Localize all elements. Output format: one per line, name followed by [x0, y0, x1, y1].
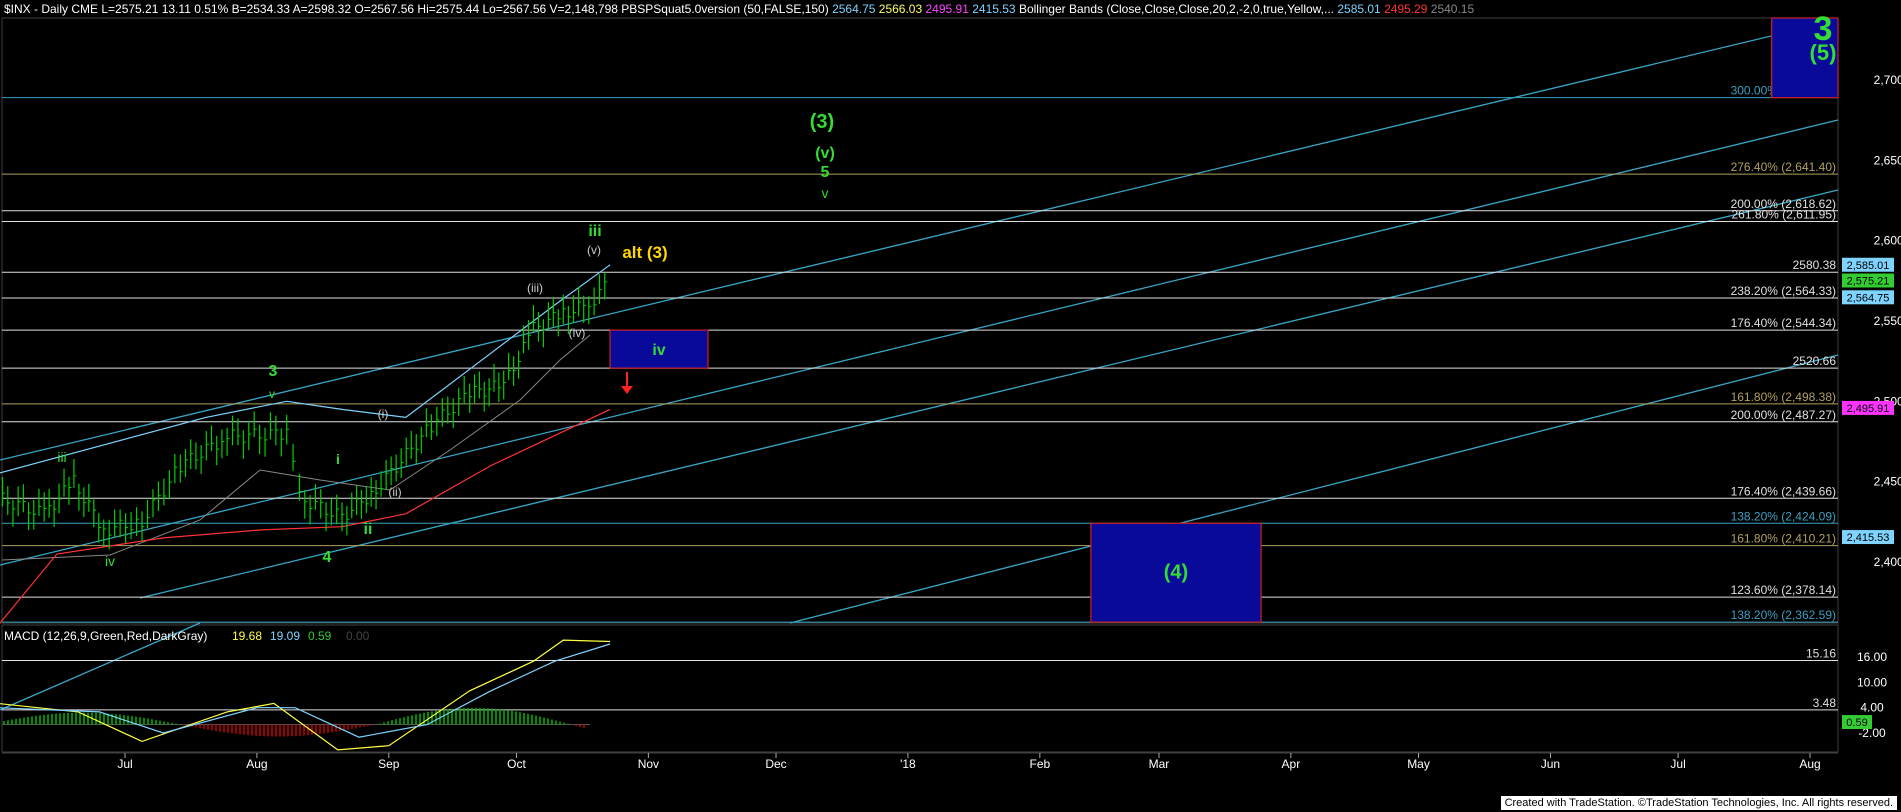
- x-axis-label: May: [1407, 757, 1430, 771]
- wave-label: 5: [821, 164, 830, 181]
- price-tag-text: 2,575.21: [1847, 275, 1890, 287]
- fib-level-label: 176.40% (2,439.66): [1731, 484, 1836, 498]
- header-item: Bollinger Bands (Close,Close,Close,20,2,…: [1018, 2, 1338, 16]
- macd-legend-value: 0.00: [346, 629, 370, 643]
- wave-label: alt (3): [622, 243, 667, 262]
- wave-label: 3: [269, 363, 278, 380]
- channel-line: [139, 189, 1839, 599]
- fib-level-label: 176.40% (2,544.34): [1731, 316, 1836, 330]
- header-item: 2495.91: [925, 2, 973, 16]
- x-axis-label: Jul: [1670, 757, 1685, 771]
- x-axis-label: Feb: [1029, 757, 1050, 771]
- macd-legend-value: 19.68: [232, 629, 262, 643]
- macd-level-label: 3.48: [1813, 696, 1837, 710]
- wave-label: (ii): [388, 485, 401, 499]
- fib-level-label: 123.60% (2,378.14): [1731, 583, 1836, 597]
- x-axis-label: Mar: [1149, 757, 1170, 771]
- x-axis-label: Jul: [117, 757, 132, 771]
- macd-y-axis-label: 16.00: [1857, 650, 1887, 664]
- channel-line: [789, 354, 1839, 624]
- y-axis-label: 2,450.00: [1874, 475, 1901, 489]
- wave-label: (iv): [569, 326, 586, 340]
- header-item: $INX - Daily CME L=2575.21 13.11 0.51% B…: [4, 2, 622, 16]
- macd-line: [0, 639, 611, 751]
- macd-y-axis-label: 4.00: [1860, 701, 1884, 715]
- wave-label: i: [336, 451, 340, 467]
- macd-legend-value: 19.09: [270, 629, 300, 643]
- footer-text: Created with TradeStation. ©TradeStation…: [1500, 796, 1897, 810]
- fib-level-label: 276.40% (2,641.40): [1731, 160, 1836, 174]
- header-item: 2585.01: [1337, 2, 1385, 16]
- x-axis-label: Aug: [1799, 757, 1820, 771]
- price-tag-text: 2,585.01: [1847, 260, 1890, 272]
- fib-level-label: 200.00% (2,487.27): [1731, 408, 1836, 422]
- header-item: 2564.75: [832, 2, 879, 16]
- box-label-5: (5): [1810, 40, 1837, 65]
- fib-level-label: 161.80% (2,498.38): [1731, 390, 1836, 404]
- macd-level-label: 15.16: [1806, 647, 1836, 661]
- wave-label: iii: [57, 449, 66, 465]
- wave-label: iv: [105, 553, 115, 569]
- y-axis-label: 2,550.00: [1874, 314, 1901, 328]
- y-axis-label: 2,650.00: [1874, 153, 1901, 167]
- channel-line: [0, 19, 1839, 461]
- macd-y-axis-label: 10.00: [1857, 675, 1887, 689]
- wave-label: (v): [815, 145, 835, 162]
- wave-label: (i): [378, 407, 389, 421]
- price-tag-text: 2,564.75: [1847, 292, 1890, 304]
- fib-level-label: 138.20% (2,424.09): [1731, 509, 1836, 523]
- chart-root: $INX - Daily CME L=2575.21 13.11 0.51% B…: [0, 0, 1901, 812]
- wave-label: (3): [810, 111, 834, 133]
- wave-label: v: [269, 387, 275, 401]
- y-axis-label: 2,600.00: [1874, 234, 1901, 248]
- macd-price-tag-text: 0.59: [1846, 717, 1867, 729]
- wave-label: (v): [587, 243, 601, 257]
- x-axis-label: Apr: [1282, 757, 1301, 771]
- header-item: 2540.15: [1430, 2, 1475, 16]
- macd-title: MACD (12,26,9,Green,Red,DarkGray): [4, 629, 207, 643]
- price-tag-text: 2,495.91: [1847, 403, 1890, 415]
- macd-pane-frame: [1, 624, 1839, 753]
- fib-level-label: 138.20% (2,362.59): [1731, 608, 1836, 622]
- header-item: 2566.03: [878, 2, 926, 16]
- chart-canvas: 300.00% (2,689.01)276.40% (2,641.40)200.…: [0, 10, 1901, 771]
- fib-level-label: 161.80% (2,410.21): [1731, 532, 1836, 546]
- box-label-4: (4): [1164, 562, 1188, 584]
- fib-level-label: 2520.66: [1793, 354, 1837, 368]
- x-axis-label: Jun: [1541, 757, 1560, 771]
- wave-label: 4: [323, 549, 332, 566]
- y-axis-label: 2,700.00: [1874, 73, 1901, 87]
- header-item: 2415.53: [972, 2, 1019, 16]
- header-item: 2495.29: [1384, 2, 1431, 16]
- price-tag-text: 2,415.53: [1847, 532, 1890, 544]
- macd-legend-value: 0.59: [308, 629, 332, 643]
- box-label-iv: iv: [652, 342, 665, 359]
- fib-level-label: 261.80% (2,611.95): [1731, 207, 1836, 221]
- x-axis-label: Nov: [638, 757, 659, 771]
- x-axis-label: '18: [900, 757, 916, 771]
- x-axis-label: Sep: [378, 757, 400, 771]
- x-axis-label: Dec: [765, 757, 786, 771]
- x-axis-label: Oct: [507, 757, 526, 771]
- fib-level-label: 238.20% (2,564.33): [1731, 284, 1836, 298]
- wave-label: iii: [588, 223, 601, 240]
- wave-label: v: [822, 185, 829, 201]
- chart-header: $INX - Daily CME L=2575.21 13.11 0.51% B…: [4, 2, 1474, 16]
- red-arrow-head-icon: [621, 386, 633, 394]
- wave-label: ii: [364, 521, 373, 538]
- y-axis-label: 2,400.00: [1874, 555, 1901, 569]
- price-pane-frame: [1, 17, 1839, 624]
- header-item: PBSPSquat5.0version (50,FALSE,150): [621, 2, 833, 16]
- x-axis-label: Aug: [246, 757, 267, 771]
- wave-label: (iii): [527, 281, 543, 295]
- bollinger-mid-line: [1, 334, 591, 561]
- fib-level-label: 2580.38: [1793, 258, 1837, 272]
